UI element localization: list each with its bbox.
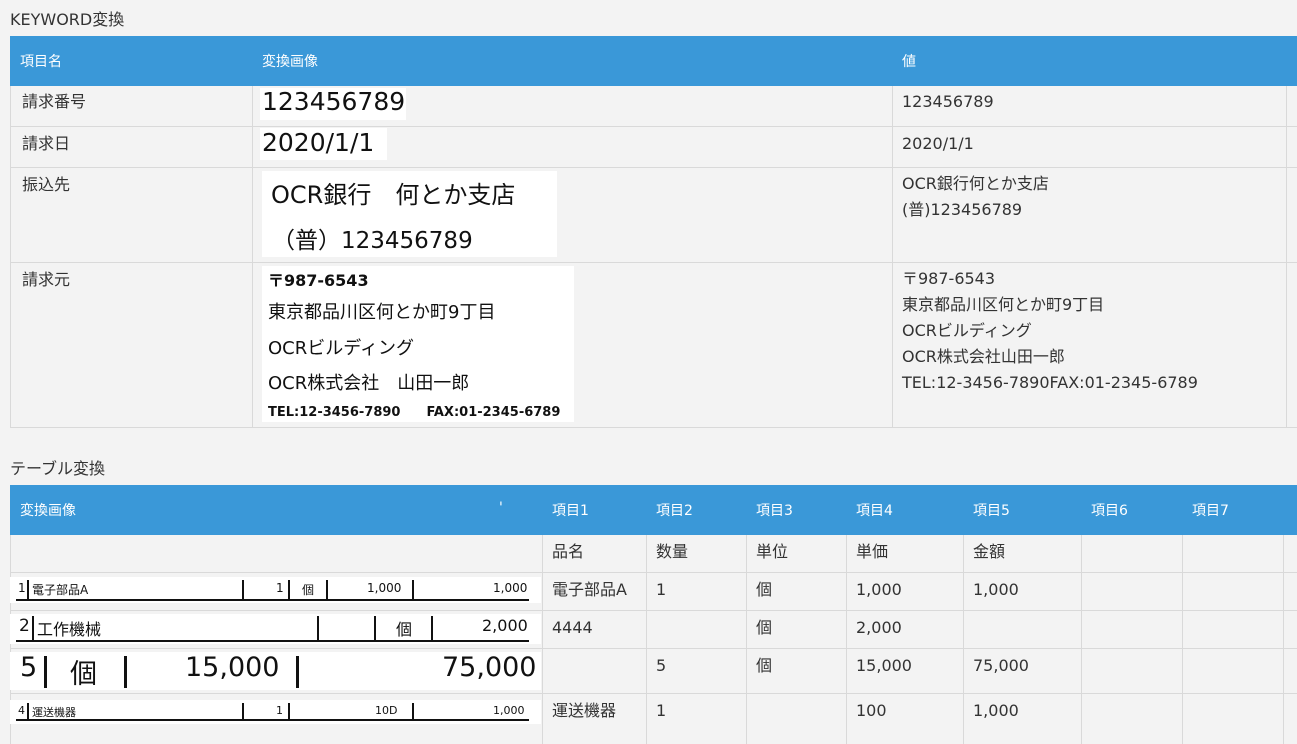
image-cell: 1 [276, 581, 284, 595]
keyword-row-value: OCR株式会社山田一郎 [902, 347, 1065, 366]
cell-item1: 運送機器 [552, 701, 617, 720]
keyword-row-value: TEL:12-3456-7890FAX:01-2345-6789 [902, 373, 1198, 392]
cell-item3: 個 [756, 656, 773, 675]
image-cell: 1 [276, 704, 283, 717]
label-item3: 単位 [756, 542, 789, 561]
cell-item1: 電子部品A [552, 580, 627, 599]
image-text: OCRビルディング [268, 338, 414, 359]
header-item1: 項目1 [552, 503, 589, 519]
image-cell: 個 [302, 583, 315, 597]
cell-item4: 2,000 [856, 618, 902, 637]
keyword-row-value: 2020/1/1 [902, 134, 974, 153]
image-text: 2020/1/1 [262, 128, 375, 157]
image-text: 東京都品川区何とか町9丁目 [268, 302, 496, 323]
header-item5: 項目5 [973, 503, 1010, 519]
header-item4: 項目4 [856, 503, 893, 519]
header-item3: 項目3 [756, 503, 793, 519]
table-image-crop: 1 電子部品A 1 個 1,000 1,000 [10, 577, 541, 603]
image-cell: 1,000 [367, 581, 402, 595]
keyword-row-name: 請求番号 [22, 92, 87, 111]
header-item-name: 項目名 [20, 54, 62, 70]
image-text: TEL:12-3456-7890 FAX:01-2345-6789 [268, 405, 561, 420]
header-value: 値 [902, 54, 916, 70]
cell-item3: 個 [756, 618, 773, 637]
cell-item4: 15,000 [856, 656, 912, 675]
keyword-row-value: 〒987-6543 [902, 269, 996, 288]
image-text: 123456789 [262, 88, 406, 116]
image-cell: 運送機器 [32, 706, 76, 719]
keyword-row-value: OCR銀行何とか支店 [902, 174, 1049, 193]
image-text: 〒987-6543 [268, 271, 369, 290]
image-cell: 2,000 [482, 616, 528, 635]
keyword-row-name: 振込先 [22, 175, 71, 194]
image-cell: 75,000 [442, 652, 537, 683]
image-cell: 1,000 [493, 704, 525, 717]
cell-item1: 4444 [552, 618, 593, 637]
image-cell: 4 [18, 704, 25, 717]
keyword-row-value: 東京都品川区何とか町9丁目 [902, 295, 1105, 314]
keyword-row-name: 請求元 [22, 270, 71, 289]
image-text: （普）123456789 [272, 228, 473, 254]
header-item2: 項目2 [656, 503, 693, 519]
keyword-row-name: 請求日 [22, 134, 71, 153]
cell-item5: 75,000 [973, 656, 1029, 675]
image-text: OCR銀行 何とか支店 [271, 181, 516, 209]
keyword-row-value: 123456789 [902, 92, 994, 111]
cell-item4: 1,000 [856, 580, 902, 599]
keyword-image-crop: 2020/1/1 [260, 128, 387, 160]
label-item4: 単価 [856, 542, 889, 561]
table-image-crop: 2 工作機械 個 2,000 [10, 614, 541, 644]
label-item1: 品名 [552, 542, 585, 561]
image-cell: 1,000 [493, 581, 528, 595]
keyword-image-crop: 123456789 [260, 88, 406, 120]
label-item5: 金額 [973, 542, 1006, 561]
cell-item2: 1 [656, 701, 667, 720]
keyword-table-header: 項目名 変換画像 値 [10, 36, 1297, 86]
cell-item5: 1,000 [973, 701, 1019, 720]
header-item6: 項目6 [1091, 503, 1128, 519]
keyword-row-value: (普)123456789 [902, 200, 1023, 219]
table-image-crop: 4 運送機器 1 10D 1,000 [10, 700, 541, 724]
image-cell: 1 [18, 581, 26, 595]
cell-item4: 100 [856, 701, 887, 720]
header-image: 変換画像 [20, 503, 76, 519]
image-cell: 個 [70, 659, 97, 690]
header-image: 変換画像 [262, 54, 318, 70]
header-item7: 項目7 [1192, 503, 1229, 519]
image-cell: 電子部品A [32, 583, 89, 597]
keyword-section-title: KEYWORD変換 [10, 10, 125, 29]
image-cell: 15,000 [185, 652, 280, 683]
image-cell: 2 [19, 616, 30, 636]
keyword-image-crop: OCR銀行 何とか支店 （普）123456789 [262, 171, 557, 257]
table-section-title: テーブル変換 [10, 459, 106, 478]
keyword-row-value: OCRビルディング [902, 321, 1032, 340]
keyword-image-crop: 〒987-6543 東京都品川区何とか町9丁目 OCRビルディング OCR株式会… [262, 266, 574, 422]
cell-item2: 5 [656, 656, 667, 675]
cell-item2: 1 [656, 580, 667, 599]
header-apostrophe: ' [499, 500, 503, 516]
table-header: 変換画像 ' 項目1 項目2 項目3 項目4 項目5 項目6 項目7 [10, 485, 1297, 535]
image-cell: 個 [396, 620, 413, 639]
label-item2: 数量 [656, 542, 689, 561]
image-text: OCR株式会社 山田一郎 [268, 373, 470, 394]
image-cell: 5 [20, 652, 38, 683]
image-cell: 工作機械 [37, 620, 102, 639]
cell-item3: 個 [756, 580, 773, 599]
table-image-crop: 5 個 15,000 75,000 [10, 652, 541, 690]
cell-item5: 1,000 [973, 580, 1019, 599]
image-cell: 10D [375, 704, 398, 717]
